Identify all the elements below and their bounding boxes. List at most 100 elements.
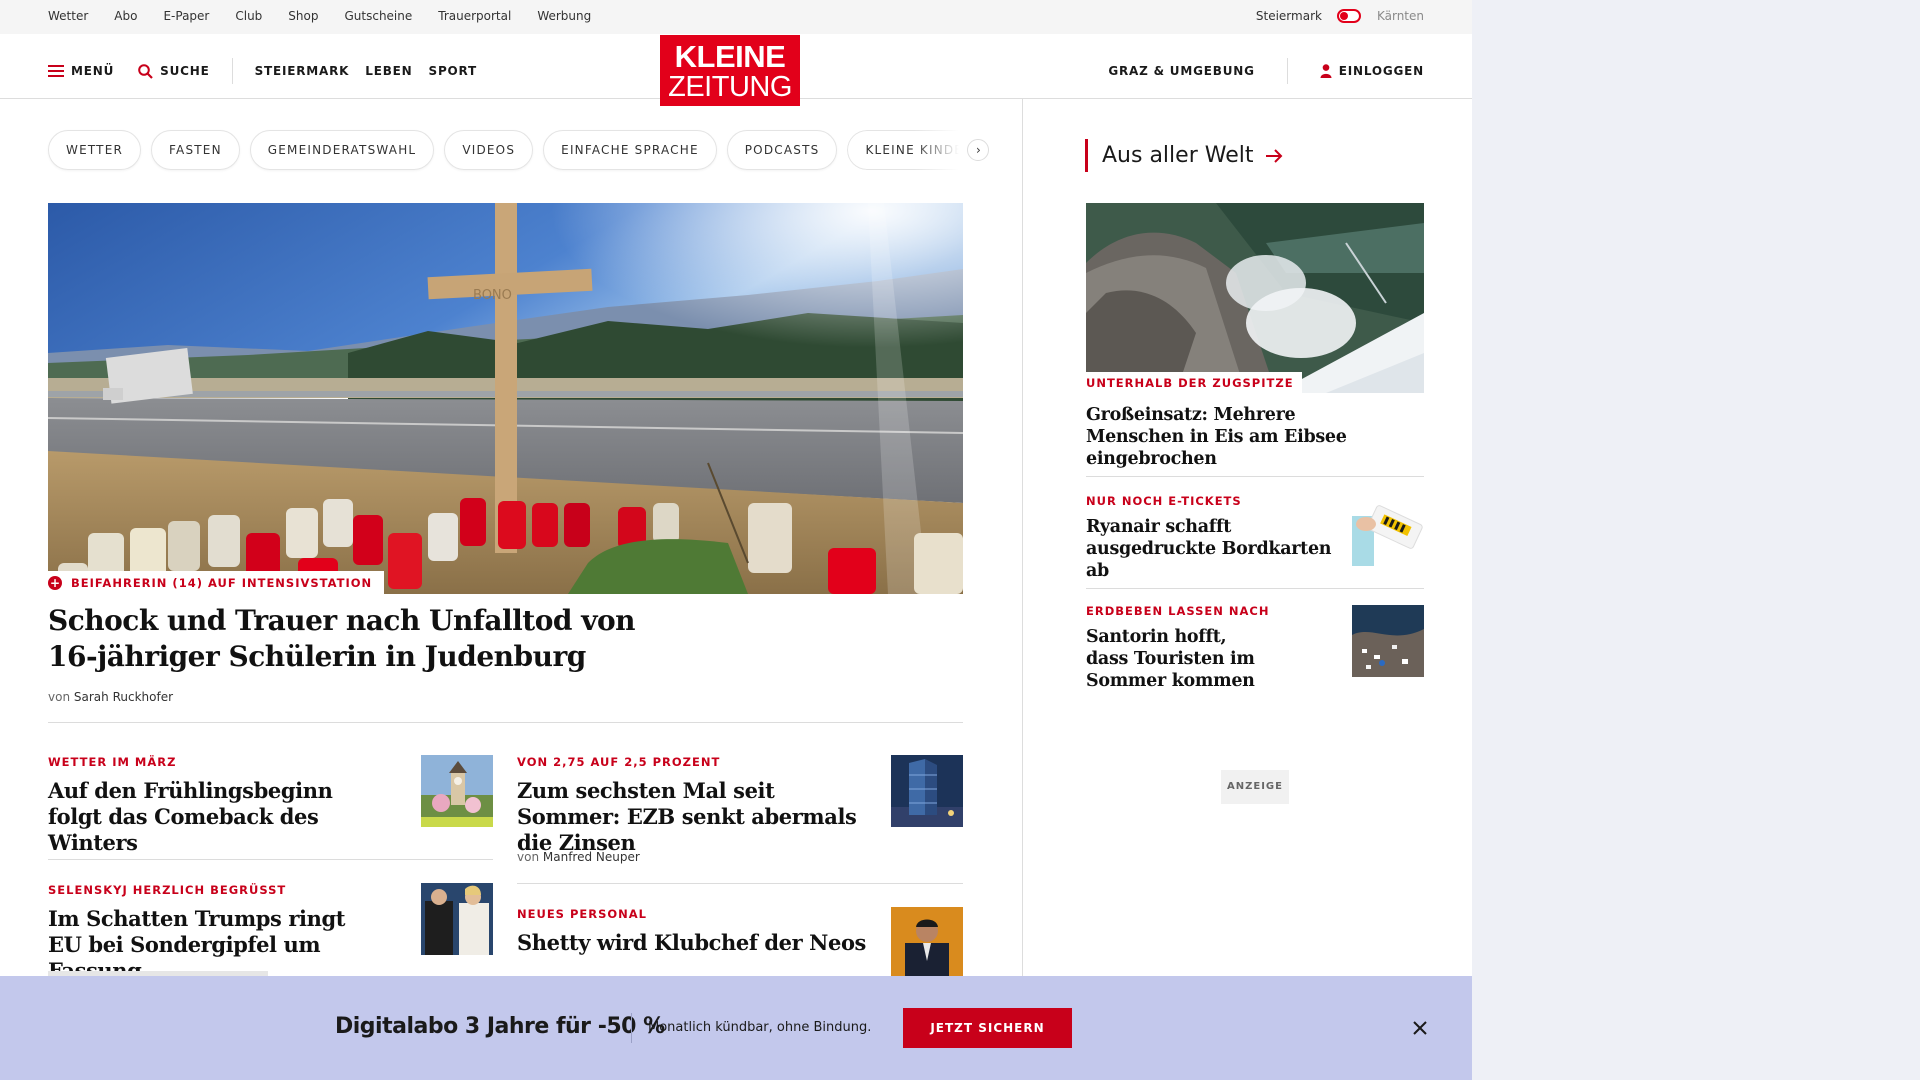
story-divider <box>48 859 493 860</box>
sidebar-item-3-thumbnail[interactable] <box>1352 605 1424 677</box>
plus-icon: + <box>48 576 62 590</box>
top-utility-bar: Wetter Abo E-Paper Club Shop Gutscheine … <box>0 0 1472 34</box>
header-divider-right <box>1286 58 1288 84</box>
chip-podcasts[interactable]: PODCASTS <box>726 130 838 170</box>
story-2-byline: von Manfred Neuper <box>517 850 640 864</box>
politician-photo <box>891 907 963 979</box>
chip-wetter[interactable]: WETTER <box>48 130 142 170</box>
chip-einfache-sprache[interactable]: EINFACHE SPRACHE <box>543 130 717 170</box>
banner-title: Digitalabo 3 Jahre für -50 % <box>335 1014 665 1039</box>
story-1-kicker: WETTER IM MÄRZ <box>48 755 177 769</box>
story-1-thumbnail[interactable] <box>421 755 493 827</box>
logo-line-1: KLEINE <box>674 39 786 74</box>
hero-kicker: + BEIFAHRERIN (14) AUF INTENSIVSTATION <box>48 571 385 595</box>
eu-summit-photo <box>421 883 493 955</box>
link-werbung[interactable]: Werbung <box>537 9 591 23</box>
story-2-thumbnail[interactable] <box>891 755 963 827</box>
nav-sport[interactable]: SPORT <box>429 64 478 78</box>
close-icon[interactable] <box>1410 1018 1430 1038</box>
hero-byline: von Sarah Ruckhofer <box>48 690 173 704</box>
chip-kleine-kinder[interactable]: KLEINE KINDE <box>847 130 960 170</box>
link-abo[interactable]: Abo <box>114 9 137 23</box>
story-2-author[interactable]: Manfred Neuper <box>543 850 640 864</box>
header-divider <box>231 58 233 84</box>
chip-fasten[interactable]: FASTEN <box>151 130 240 170</box>
nav-steiermark[interactable]: STEIERMARK <box>255 64 350 78</box>
banner-divider <box>631 1013 632 1043</box>
hamburger-icon <box>48 65 64 77</box>
sidebar-item-2-headline[interactable]: Ryanair schafft ausgedruckte Bordkarten … <box>1086 516 1336 582</box>
login-label: EINLOGGEN <box>1338 64 1424 78</box>
chip-videos[interactable]: VIDEOS <box>444 130 534 170</box>
link-shop[interactable]: Shop <box>288 9 318 23</box>
nav-leben[interactable]: LEBEN <box>365 64 412 78</box>
location-button[interactable]: GRAZ & UMGEBUNG <box>1108 64 1254 78</box>
link-epaper[interactable]: E-Paper <box>163 9 209 23</box>
subscribe-button[interactable]: JETZT SICHERN <box>903 1008 1072 1048</box>
region-switcher: Steiermark Kärnten <box>1256 9 1424 23</box>
topic-chips: WETTER FASTEN GEMEINDERATSWAHL VIDEOS EI… <box>48 130 990 170</box>
hero-photo-roadside-memorial: BONO <box>48 203 963 594</box>
region-kaernten[interactable]: Kärnten <box>1377 9 1424 23</box>
sidebar-item-1-headline[interactable]: Großeinsatz: Mehrere Menschen in Eis am … <box>1086 404 1376 470</box>
byline-prefix: von <box>48 690 71 704</box>
search-label: SUCHE <box>160 64 210 78</box>
hero-image[interactable]: BONO <box>48 203 963 594</box>
chevron-right-icon[interactable]: › <box>967 139 990 161</box>
clocktower-photo <box>421 755 493 827</box>
sidebar-item-3-kicker: ERDBEBEN LASSEN NACH <box>1086 604 1270 618</box>
story-3-thumbnail[interactable] <box>421 883 493 955</box>
header-nav-right: GRAZ & UMGEBUNG EINLOGGEN <box>1108 58 1424 84</box>
story-3-kicker: SELENSKYJ HERZLICH BEGRÜSST <box>48 883 287 897</box>
website: Wetter Abo E-Paper Club Shop Gutscheine … <box>0 0 1472 1080</box>
story-4-headline[interactable]: Shetty wird Klubchef der Neos <box>517 930 877 956</box>
section-heading-aus-aller-welt[interactable]: Aus aller Welt <box>1085 139 1283 172</box>
sidebar-item-1-kicker: UNTERHALB DER ZUGSPITZE <box>1086 376 1294 390</box>
sidebar-lead-kicker-box: UNTERHALB DER ZUGSPITZE <box>1086 372 1302 394</box>
sidebar-item-2-thumbnail[interactable] <box>1352 494 1424 566</box>
link-gutscheine[interactable]: Gutscheine <box>344 9 412 23</box>
menu-button[interactable]: MENÜ <box>48 64 114 78</box>
ecb-tower-photo <box>891 755 963 827</box>
ad-label: ANZEIGE <box>1221 770 1289 804</box>
header-nav-left: MENÜ SUCHE STEIERMARK LEBEN SPORT <box>48 58 477 84</box>
arrow-right-icon <box>1266 148 1283 163</box>
empty-viewport-area <box>1472 0 1920 1080</box>
hero-headline[interactable]: Schock und Trauer nach Unfalltod von 16-… <box>48 603 668 675</box>
region-toggle[interactable] <box>1336 9 1361 23</box>
story-4-kicker: NEUES PERSONAL <box>517 907 648 921</box>
mountain-avalanche-photo <box>1086 203 1424 393</box>
boarding-pass-photo <box>1352 494 1424 566</box>
sidebar-item-3-headline[interactable]: Santorin hofft, dass Touristen im Sommer… <box>1086 626 1261 692</box>
chip-gemeinderatswahl[interactable]: GEMEINDERATSWAHL <box>249 130 435 170</box>
utility-links: Wetter Abo E-Paper Club Shop Gutscheine … <box>48 9 617 23</box>
cross-inscription: BONO <box>473 288 512 303</box>
login-button[interactable]: EINLOGGEN <box>1320 64 1424 78</box>
hero-author[interactable]: Sarah Ruckhofer <box>74 690 173 704</box>
story-divider <box>517 883 963 884</box>
story-1-headline[interactable]: Auf den Frühlingsbeginn folgt das Comeba… <box>48 778 378 856</box>
link-wetter[interactable]: Wetter <box>48 9 88 23</box>
story-2-headline[interactable]: Zum sechsten Mal seit Sommer: EZB senkt … <box>517 778 877 856</box>
search-icon <box>138 63 153 79</box>
main-header: MENÜ SUCHE STEIERMARK LEBEN SPORT KLEINE… <box>0 34 1472 106</box>
banner-text: Monatlich kündbar, ohne Bindung. <box>648 1020 872 1035</box>
link-trauerportal[interactable]: Trauerportal <box>438 9 511 23</box>
link-club[interactable]: Club <box>235 9 262 23</box>
hero-kicker-text: BEIFAHRERIN (14) AUF INTENSIVSTATION <box>71 576 373 590</box>
kleine-zeitung-logo[interactable]: KLEINE ZEITUNG <box>660 35 800 106</box>
user-icon <box>1320 64 1332 78</box>
santorini-photo <box>1352 605 1424 677</box>
logo-line-2: ZEITUNG <box>668 71 792 103</box>
sidebar-lead-image[interactable] <box>1086 203 1424 393</box>
search-button[interactable]: SUCHE <box>138 63 210 79</box>
region-steiermark[interactable]: Steiermark <box>1256 9 1322 23</box>
column-divider <box>1022 99 1023 979</box>
sidebar-item-2-kicker: NUR NOCH E-TICKETS <box>1086 494 1242 508</box>
sidebar-divider <box>1086 476 1424 477</box>
section-heading-text: Aus aller Welt <box>1102 143 1254 168</box>
page: Wetter Abo E-Paper Club Shop Gutscheine … <box>0 0 1920 1080</box>
sidebar-divider <box>1086 588 1424 589</box>
hero-divider <box>48 722 963 723</box>
story-4-thumbnail[interactable] <box>891 907 963 979</box>
